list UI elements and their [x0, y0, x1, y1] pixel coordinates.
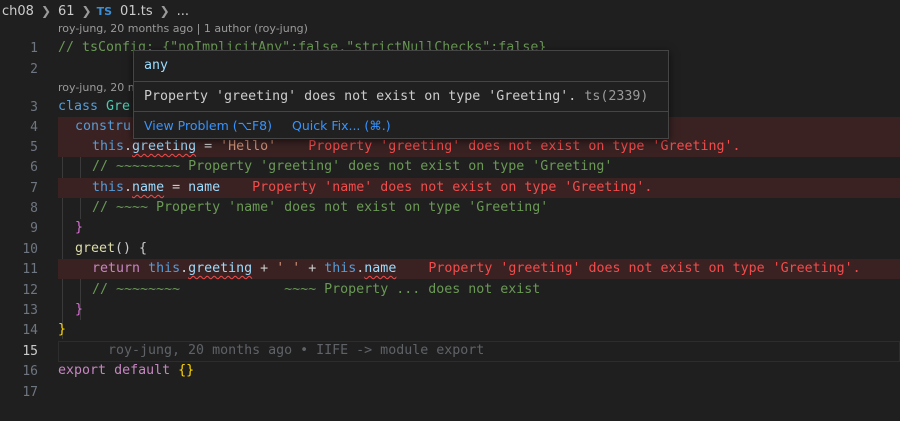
- inline-error: Property 'greeting' does not exist on ty…: [308, 139, 741, 154]
- keyword-class: class: [58, 99, 99, 114]
- code-line-17[interactable]: 17: [0, 382, 900, 402]
- hover-message: Property 'greeting' does not exist on ty…: [144, 89, 649, 104]
- chevron-right-icon: ❯: [159, 4, 170, 18]
- code-line-10[interactable]: 10 greet() {: [0, 239, 900, 259]
- code-line-15-current[interactable]: 15 roy-jung, 20 months ago • IIFE -> mod…: [0, 341, 900, 362]
- line-number: 14: [22, 322, 38, 338]
- inline-blame: roy-jung, 20 months ago • IIFE -> module…: [108, 343, 485, 358]
- line-number: 3: [30, 99, 38, 115]
- code-line-6[interactable]: 6 // ~~~~~~~~ Property 'greeting' does n…: [0, 157, 900, 177]
- chevron-right-icon: ❯: [40, 4, 51, 18]
- inline-error: Property 'name' does not exist on type '…: [252, 180, 653, 195]
- breadcrumb-folder-61[interactable]: 61: [56, 4, 77, 19]
- typescript-file-icon: TS: [96, 4, 113, 18]
- line-number: 17: [22, 384, 38, 400]
- line-number: 10: [22, 241, 38, 257]
- class-name: Gre: [106, 99, 131, 114]
- view-problem-link[interactable]: View Problem (⌥F8): [144, 118, 272, 133]
- line-number: 13: [22, 302, 38, 318]
- codelens-blame-class[interactable]: roy-jung, 20 m: [58, 81, 138, 94]
- line-number: 4: [30, 119, 38, 135]
- breadcrumb-file[interactable]: 01.ts: [118, 4, 155, 19]
- line-number: 8: [30, 200, 38, 216]
- line-number: 2: [30, 61, 38, 77]
- breadcrumb-folder-ch08[interactable]: ch08: [0, 4, 36, 19]
- code-line-16[interactable]: 16 export default {}: [0, 361, 900, 381]
- code-line-14[interactable]: 14 }: [0, 320, 900, 340]
- code-line-7[interactable]: 7 this.name = name Property 'name' does …: [0, 178, 900, 198]
- line-number: 7: [30, 180, 38, 196]
- line-number: 1: [30, 40, 38, 56]
- code-line-11[interactable]: 11 return this.greeting + ' ' + this.nam…: [0, 259, 900, 279]
- inline-error: Property 'greeting' does not exist on ty…: [428, 261, 861, 276]
- code-line-13[interactable]: 13 }: [0, 300, 900, 320]
- hover-popup: any Property 'greeting' does not exist o…: [133, 50, 669, 139]
- code-line-12[interactable]: 12 // ~~~~~~~~ ~~~~ Property ... does no…: [0, 280, 900, 300]
- keyword-constructor: constru: [75, 119, 132, 134]
- hover-type: any: [134, 51, 668, 82]
- code-line-9[interactable]: 9 }: [0, 218, 900, 238]
- line-number: 12: [22, 282, 38, 298]
- line-number: 11: [22, 261, 38, 277]
- quick-fix-link[interactable]: Quick Fix... (⌘.): [292, 118, 391, 133]
- codelens-blame-top[interactable]: roy-jung, 20 months ago | 1 author (roy-…: [58, 22, 308, 35]
- breadcrumb-symbols[interactable]: ...: [175, 4, 191, 19]
- line-number: 5: [30, 139, 38, 155]
- error-code: ts(2339): [584, 89, 649, 104]
- line-number: 16: [22, 363, 38, 379]
- line-number: 9: [30, 220, 38, 236]
- breadcrumb: ch08 ❯ 61 ❯ TS 01.ts ❯ ...: [0, 0, 900, 22]
- code-line-8[interactable]: 8 // ~~~~ Property 'name' does not exist…: [0, 198, 900, 218]
- line-number: 6: [30, 159, 38, 175]
- line-number: 15: [22, 343, 38, 359]
- code-line-5[interactable]: 5 this.greeting = 'Hello' Property 'gree…: [0, 137, 900, 157]
- hover-actions: View Problem (⌥F8) Quick Fix... (⌘.): [134, 111, 668, 139]
- chevron-right-icon: ❯: [81, 4, 92, 18]
